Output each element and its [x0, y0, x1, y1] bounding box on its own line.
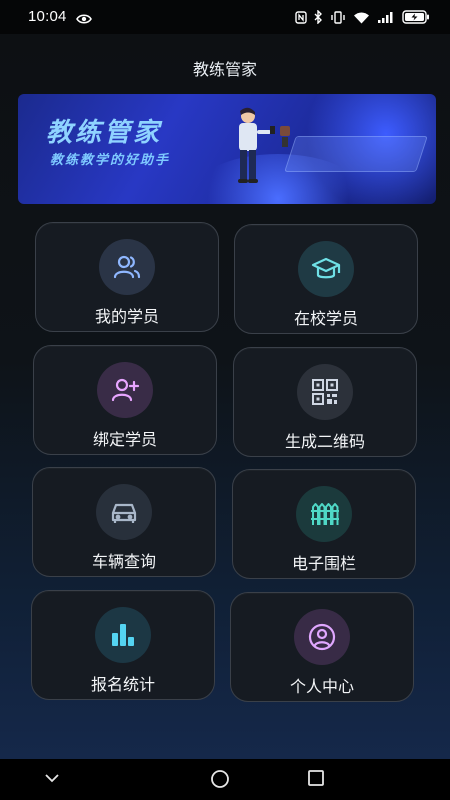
banner-glass-panel	[284, 136, 428, 172]
menu-card-label: 报名统计	[90, 675, 155, 694]
vibrate-icon	[330, 9, 346, 28]
users-icon	[99, 239, 155, 295]
menu-card-label: 生成二维码	[284, 432, 365, 451]
page-title: 教练管家	[192, 60, 257, 79]
status-bar: 10:04	[0, 0, 450, 34]
status-time: 10:04	[28, 8, 67, 25]
bluetooth-icon	[314, 9, 323, 28]
menu-card-bind-students[interactable]: 绑定学员	[33, 345, 217, 455]
car-icon	[96, 484, 152, 540]
app-screen: 教练管家 教练管家 教练教学的好助手 我的学员 在校学员 绑定学员 生成二维码 …	[0, 34, 450, 759]
banner-title: 教练管家	[46, 118, 163, 148]
menu-card-registration-stats[interactable]: 报名统计	[31, 590, 215, 700]
wifi-icon	[353, 9, 370, 28]
menu-card-label: 车辆查询	[91, 552, 156, 571]
menu-card-personal-center[interactable]: 个人中心	[230, 592, 414, 702]
recents-icon[interactable]	[307, 769, 325, 791]
system-nav-bar	[0, 759, 450, 800]
home-icon[interactable]	[210, 769, 230, 793]
menu-card-label: 我的学员	[94, 307, 159, 326]
menu-card-label: 在校学员	[293, 309, 358, 328]
menu-card-label: 电子围栏	[291, 554, 356, 573]
bar-chart-icon	[95, 607, 151, 663]
banner-subtitle: 教练教学的好助手	[50, 153, 171, 168]
menu-card-my-students[interactable]: 我的学员	[35, 222, 219, 332]
fence-icon	[296, 486, 352, 542]
user-circle-icon	[294, 609, 350, 665]
menu-card-generate-qr[interactable]: 生成二维码	[233, 347, 417, 457]
menu-card-label: 绑定学员	[92, 430, 157, 449]
menu-card-label: 个人中心	[289, 677, 354, 696]
eye-icon	[76, 10, 92, 29]
menu-card-electronic-fence[interactable]: 电子围栏	[232, 469, 416, 579]
user-plus-icon	[97, 362, 153, 418]
teacher-illustration-icon	[238, 107, 290, 183]
promo-banner[interactable]: 教练管家 教练教学的好助手	[18, 94, 436, 204]
battery-charging-icon	[402, 9, 430, 28]
graduation-cap-icon	[298, 241, 354, 297]
qr-code-icon	[297, 364, 353, 420]
back-icon[interactable]	[43, 769, 61, 791]
signal-icon	[377, 9, 395, 28]
menu-card-vehicle-query[interactable]: 车辆查询	[32, 467, 216, 577]
nfc-icon	[295, 9, 307, 28]
menu-card-enrolled-students[interactable]: 在校学员	[234, 224, 418, 334]
